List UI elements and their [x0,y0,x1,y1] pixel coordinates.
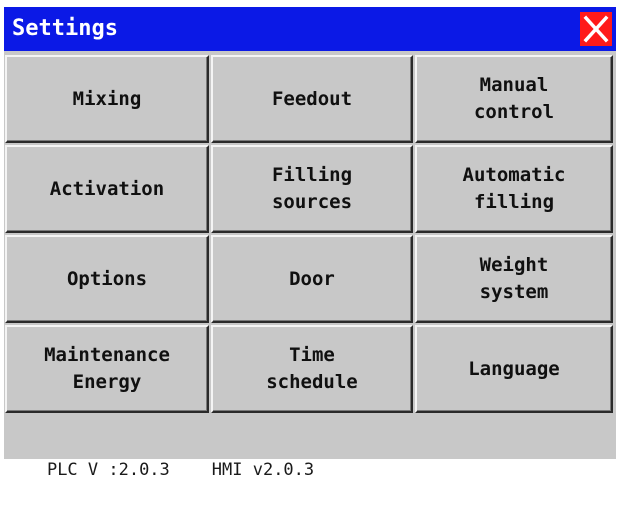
title-bar: Settings [4,7,616,51]
close-button[interactable] [580,12,612,46]
plc-version: PLC V :2.0.3 [46,460,170,480]
settings-menu-grid: Mixing Feedout Manual control Activation… [5,55,613,413]
automatic-filling-button[interactable]: Automatic filling [415,145,613,233]
language-button[interactable]: Language [415,325,613,413]
options-button[interactable]: Options [5,235,209,323]
door-button[interactable]: Door [211,235,413,323]
maintenance-energy-button[interactable]: Maintenance Energy [5,325,209,413]
feedout-button[interactable]: Feedout [211,55,413,143]
weight-system-button[interactable]: Weight system [415,235,613,323]
activation-button[interactable]: Activation [5,145,209,233]
mixing-button[interactable]: Mixing [5,55,209,143]
settings-screen: Settings Mixing Feedout Manual control A… [4,7,616,480]
manual-control-button[interactable]: Manual control [415,55,613,143]
time-schedule-button[interactable]: Time schedule [211,325,413,413]
hmi-version: HMI v2.0.3 [211,460,315,480]
version-status-bar: PLC V :2.0.3 HMI v2.0.3 [6,431,314,480]
close-icon [583,15,609,43]
window-title: Settings [12,16,118,41]
filling-sources-button[interactable]: Filling sources [211,145,413,233]
